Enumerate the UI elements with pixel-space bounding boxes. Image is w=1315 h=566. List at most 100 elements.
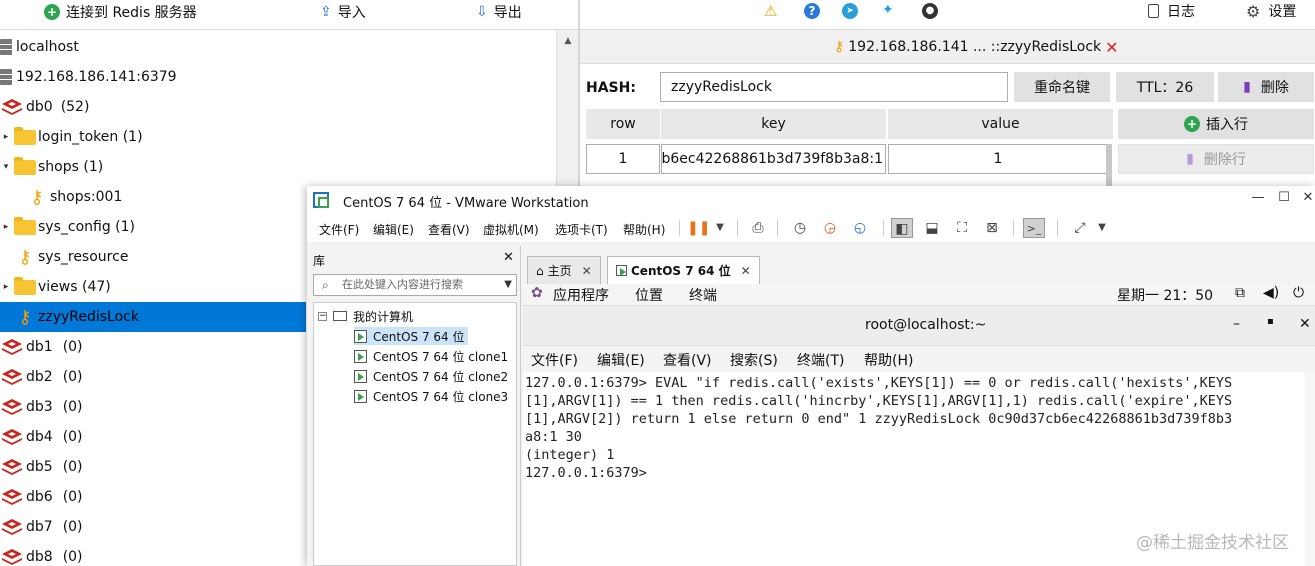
tree-item-db0[interactable]: db0 (52) — [0, 92, 306, 122]
expander-icon[interactable]: ▸ — [0, 222, 12, 232]
import-button[interactable]: ⇪ 导入 — [320, 0, 366, 24]
tree-vm-clone2[interactable]: CentOS 7 64 位 clone2 — [354, 367, 508, 385]
table-cell-key[interactable]: 0c90d37cb6ec42268861b3d739f8b3a8:1 — [661, 144, 886, 174]
tree-item-db4[interactable]: db4 (0) — [0, 422, 306, 452]
menu-vm[interactable]: 虚拟机(M) — [483, 221, 539, 238]
table-scrollbar[interactable] — [1106, 144, 1112, 186]
guest-screen[interactable]: ✿ 应用程序 位置 终端 星期一 21：50 ⧉ ◀) ⏻ root@local… — [523, 284, 1315, 566]
send-keys-icon[interactable]: ⎙ — [747, 218, 769, 238]
unity-icon[interactable]: ⊠ — [981, 218, 1003, 238]
thumbnail-bar-icon[interactable]: ⬓ — [921, 218, 943, 238]
tree-item-server[interactable]: 192.168.186.141:6379 — [0, 62, 306, 92]
tree-item-db8[interactable]: db8 (0) — [0, 542, 306, 566]
collapse-icon[interactable]: − — [318, 311, 327, 321]
menu-view[interactable]: 查看(V) — [428, 221, 470, 238]
tree-my-computer[interactable]: − 我的计算机 — [318, 307, 413, 325]
expander-icon[interactable]: ▸ — [0, 132, 12, 142]
tree-scrollbar[interactable]: ▲ — [556, 30, 578, 190]
tree-item-db3[interactable]: db3 (0) — [0, 392, 306, 422]
terminal-scrollbar[interactable] — [1305, 372, 1315, 566]
close-tab-icon[interactable]: ✕ — [741, 264, 751, 278]
tab-home[interactable]: ⌂ 主页 ✕ — [527, 256, 601, 284]
close-tab-icon[interactable]: ✕ — [1105, 38, 1118, 57]
pause-icon[interactable]: ❚❚ — [687, 218, 710, 238]
minimize-icon[interactable]: — — [1247, 190, 1269, 205]
tree-vm-clone3[interactable]: CentOS 7 64 位 clone3 — [354, 387, 508, 405]
expander-icon[interactable]: ▾ — [0, 162, 12, 172]
log-button[interactable]: 日志 — [1148, 0, 1195, 22]
tree-item-db6[interactable]: db6 (0) — [0, 482, 306, 512]
power-icon[interactable]: ⏻ — [1293, 285, 1304, 301]
places-menu[interactable]: 位置 — [635, 285, 663, 305]
applications-menu[interactable]: 应用程序 — [553, 285, 609, 305]
terminal-menu[interactable]: 终端 — [689, 285, 717, 305]
key-name-field[interactable]: zzyyRedisLock — [660, 72, 1008, 102]
snapshot-icon[interactable]: ◷ — [789, 218, 811, 238]
tree-item-localhost[interactable]: localhost — [0, 32, 306, 62]
export-button[interactable]: ⇩ 导出 — [476, 0, 522, 24]
maximize-icon[interactable]: ▪ — [1267, 316, 1274, 327]
tab-centos[interactable]: CentOS 7 64 位 ✕ — [607, 256, 760, 284]
column-header-value[interactable]: value — [888, 109, 1113, 139]
menu-edit[interactable]: 编辑(E) — [373, 221, 414, 238]
tree-folder-shops[interactable]: ▾ shops (1) — [0, 152, 306, 182]
tree-item-db2[interactable]: db2 (0) — [0, 362, 306, 392]
clock[interactable]: 星期一 21：50 — [1117, 285, 1213, 305]
table-cell-row[interactable]: 1 — [586, 144, 660, 174]
tree-folder-sys-config[interactable]: ▸ sys_config (1) — [0, 212, 306, 242]
fullscreen-icon[interactable]: ⛶ — [951, 218, 973, 238]
github-icon[interactable]: ● — [922, 3, 938, 19]
tree-folder-login-token[interactable]: ▸ login_token (1) — [0, 122, 306, 152]
tree-item-db1[interactable]: db1 (0) — [0, 332, 306, 362]
warning-icon[interactable]: ⚠ — [764, 2, 777, 20]
volume-icon[interactable]: ◀) — [1263, 285, 1279, 301]
close-icon[interactable]: ✕ — [1297, 190, 1315, 205]
pause-dropdown-icon[interactable]: ▼ — [709, 218, 731, 238]
connect-button[interactable]: + 连接到 Redis 服务器 — [44, 0, 197, 24]
revert-snapshot-icon[interactable]: ◶ — [819, 218, 841, 238]
tree-key-sys-resource[interactable]: ⚷ sys_resource — [0, 242, 306, 272]
column-header-row[interactable]: row — [586, 109, 660, 139]
tree-vm-clone1[interactable]: CentOS 7 64 位 clone1 — [354, 347, 508, 365]
close-tab-icon[interactable]: ✕ — [582, 264, 592, 278]
menu-search[interactable]: 搜索(S) — [730, 350, 778, 370]
table-cell-value[interactable]: 1 — [888, 144, 1108, 174]
menu-file[interactable]: 文件(F) — [319, 221, 359, 238]
close-library-icon[interactable]: ✕ — [503, 250, 514, 265]
tree-folder-views[interactable]: ▸ views (47) — [0, 272, 306, 302]
tree-item-db5[interactable]: db5 (0) — [0, 452, 306, 482]
network-icon[interactable]: ⧉ — [1235, 285, 1245, 301]
telegram-icon[interactable]: ➤ — [842, 3, 858, 19]
stretch-dropdown-icon[interactable]: ▼ — [1091, 218, 1113, 238]
add-row-button[interactable]: + 插入行 — [1118, 109, 1314, 139]
rename-key-button[interactable]: 重命名键 — [1014, 72, 1110, 102]
delete-key-button[interactable]: ▮ 删除 — [1218, 72, 1314, 102]
delete-row-button[interactable]: ▮ 删除行 — [1118, 144, 1314, 174]
settings-button[interactable]: ⚙ 设置 — [1246, 0, 1296, 22]
close-icon[interactable]: ✕ — [1299, 316, 1311, 332]
tree-key-zzyyredislock[interactable]: ⚷ zzyyRedisLock — [0, 302, 306, 332]
tree-item-db7[interactable]: db7 (0) — [0, 512, 306, 542]
search-dropdown-icon[interactable]: ▼ — [504, 275, 512, 295]
tree-key-shops-001[interactable]: ⚷ shops:001 — [0, 182, 306, 212]
menu-file[interactable]: 文件(F) — [531, 350, 578, 370]
maximize-icon[interactable]: ☐ — [1273, 190, 1295, 205]
help-icon[interactable]: ? — [804, 3, 820, 19]
menu-edit[interactable]: 编辑(E) — [597, 350, 645, 370]
column-header-key[interactable]: key — [661, 109, 886, 139]
expander-icon[interactable]: ▸ — [0, 282, 12, 292]
minimize-icon[interactable]: – — [1233, 316, 1240, 332]
stretch-guest-icon[interactable]: ⤢ — [1069, 218, 1091, 238]
console-view-icon[interactable]: >_ — [1023, 218, 1045, 238]
menu-tabs[interactable]: 选项卡(T) — [555, 221, 608, 238]
show-library-icon[interactable]: ◧ — [891, 218, 913, 238]
twitter-icon[interactable]: ✦ — [882, 2, 894, 18]
menu-terminal[interactable]: 终端(T) — [797, 350, 844, 370]
key-tab[interactable]: ⚷ 192.168.186.141 ... ::zzyyRedisLock ✕ — [834, 30, 1119, 64]
library-search-input[interactable]: ⌕ 在此处键入内容进行搜索 ▼ — [313, 274, 517, 296]
snapshot-manager-icon[interactable]: ◵ — [849, 218, 871, 238]
menu-help[interactable]: 帮助(H) — [864, 350, 913, 370]
tree-vm-centos[interactable]: CentOS 7 64 位 — [354, 327, 469, 345]
scroll-up-icon[interactable]: ▲ — [557, 30, 579, 52]
menu-help[interactable]: 帮助(H) — [623, 221, 665, 238]
